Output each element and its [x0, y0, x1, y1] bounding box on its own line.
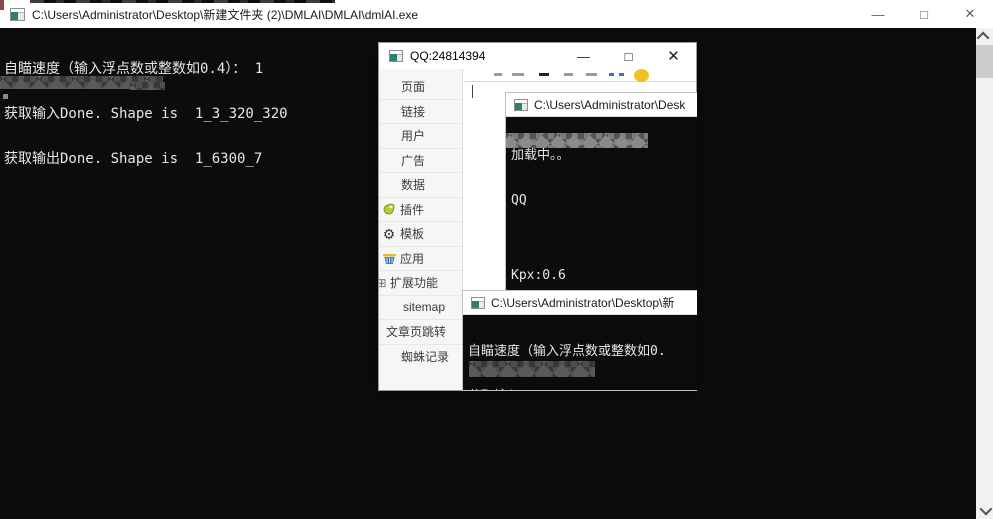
sidebar-item-data[interactable]: 数据	[379, 173, 462, 198]
console-cursor	[3, 94, 8, 99]
clipped-toolbar-strip	[464, 69, 696, 82]
background-window-artifact-red	[0, 0, 4, 10]
plugin-icon	[381, 201, 397, 217]
console2-titlebar[interactable]: C:\Users\Administrator\Desktop\新	[463, 291, 697, 315]
toolbar-fragment-blue	[609, 73, 614, 76]
sidebar-item-ads[interactable]: 广告	[379, 149, 462, 174]
sidebar-item-sitemap[interactable]: sitemap	[379, 296, 462, 321]
redacted-text	[469, 361, 595, 377]
console-line: 获取输入Done. Shape is 1_3_320_320	[4, 107, 288, 122]
scroll-down-button[interactable]	[976, 502, 993, 519]
main-console-titlebar[interactable]: C:\Users\Administrator\Desktop\新建文件夹 (2)…	[0, 0, 993, 28]
sidebar-item-label: 扩展功能	[390, 274, 438, 291]
maximize-button[interactable]: □	[901, 0, 947, 28]
sidebar-item-label: 链接	[401, 103, 425, 120]
sidebar-item-label: 数据	[401, 176, 425, 193]
text-caret	[472, 85, 473, 98]
toolbar-fragment	[586, 73, 597, 76]
main-window-title: C:\Users\Administrator\Desktop\新建文件夹 (2)…	[32, 6, 418, 23]
sidebar-item-label: sitemap	[403, 300, 445, 314]
console-line: 获取输出Done. Shape is 1_6300_7	[4, 152, 288, 167]
toolbar-fragment	[512, 73, 524, 76]
qq-window-title: QQ:24814394	[410, 49, 485, 63]
sidebar-item-links[interactable]: 链接	[379, 100, 462, 125]
sidebar-item-label: 插件	[400, 201, 424, 218]
console1-title: C:\Users\Administrator\Desk	[534, 98, 685, 112]
console-line: 自瞄速度（输入浮点数或整数如0.4）： 1	[4, 62, 288, 77]
extension-icon: ⊞	[379, 275, 387, 291]
console-line: 自瞄速度（输入浮点数或整数如0.	[468, 344, 692, 359]
toolbar-fragment-blue	[619, 73, 624, 76]
sidebar-item-templates[interactable]: ⚙ 模板	[379, 222, 462, 247]
console-output-text: 自瞄速度（输入浮点数或整数如0.4）： 1 获取输入Done. Shape is…	[4, 32, 288, 197]
toolbar-fragment	[564, 73, 573, 76]
minimize-button[interactable]: —	[855, 0, 901, 28]
yellow-status-icon	[634, 69, 649, 82]
sidebar-item-label: 广告	[401, 152, 425, 169]
console-window-1: C:\Users\Administrator\Desk 加载中。。 QQ Kpx…	[505, 92, 697, 307]
chevron-up-icon	[977, 32, 990, 45]
sidebar-item-label: 用户	[401, 127, 425, 144]
chevron-down-icon	[980, 503, 993, 516]
desktop-screen: C:\Users\Administrator\Desktop\新建文件夹 (2)…	[0, 0, 993, 519]
main-window-scrollbar[interactable]	[976, 28, 993, 519]
toolbar-fragment	[539, 73, 549, 76]
console1-titlebar[interactable]: C:\Users\Administrator\Desk	[506, 93, 697, 117]
redacted-text	[506, 133, 648, 148]
scroll-up-button[interactable]	[976, 28, 993, 45]
sidebar-item-label: 应用	[400, 250, 424, 267]
close-button[interactable]: ✕	[651, 43, 696, 69]
window-icon	[389, 50, 403, 62]
scrollbar-thumb[interactable]	[976, 45, 993, 78]
app-icon	[381, 250, 397, 266]
console-line: 获取输入Done. Shape is 1_3_32	[468, 389, 692, 391]
console-window-2: C:\Users\Administrator\Desktop\新 自瞄速度（输入…	[462, 290, 697, 391]
sidebar-item-spider-log[interactable]: 蜘蛛记录	[379, 345, 462, 370]
sidebar-item-users[interactable]: 用户	[379, 124, 462, 149]
qq-window-controls: — □ ✕	[561, 43, 696, 69]
sidebar-item-label: 页面	[401, 78, 425, 95]
redacted-text	[130, 82, 165, 90]
sidebar-item-article-redirect[interactable]: 文章页跳转	[379, 320, 462, 345]
sidebar-item-label: 模板	[400, 225, 424, 242]
console-line: QQ	[511, 193, 607, 208]
console2-output: 自瞄速度（输入浮点数或整数如0. 获取输入Done. Shape is 1_3_…	[468, 314, 692, 391]
gear-icon: ⚙	[381, 226, 397, 242]
console2-title: C:\Users\Administrator\Desktop\新	[491, 294, 674, 311]
sidebar-item-label: 蜘蛛记录	[401, 348, 449, 365]
toolbar-fragment	[494, 73, 502, 76]
console-window-icon	[471, 297, 485, 309]
close-button[interactable]: ✕	[947, 0, 993, 28]
qq-sidebar-menu: 页面 链接 用户 广告 数据 插件 ⚙ 模板	[379, 69, 463, 390]
main-window-controls: — □ ✕	[855, 0, 993, 28]
sidebar-item-extensions[interactable]: ⊞ 扩展功能	[379, 271, 462, 296]
console-window-icon	[10, 8, 25, 21]
sidebar-item-label: 文章页跳转	[386, 323, 446, 340]
console-window-icon	[514, 99, 528, 111]
console-line: Kpx:0.6	[511, 268, 607, 283]
sidebar-item-plugins[interactable]: 插件	[379, 198, 462, 223]
maximize-button[interactable]: □	[606, 43, 651, 69]
sidebar-item-apps[interactable]: 应用	[379, 247, 462, 272]
background-window-artifact	[30, 0, 335, 3]
minimize-button[interactable]: —	[561, 43, 606, 69]
qq-window-titlebar[interactable]: QQ:24814394 — □ ✕	[379, 43, 696, 70]
sidebar-item-pages[interactable]: 页面	[379, 75, 462, 100]
console-line: 加载中。。	[511, 148, 607, 163]
